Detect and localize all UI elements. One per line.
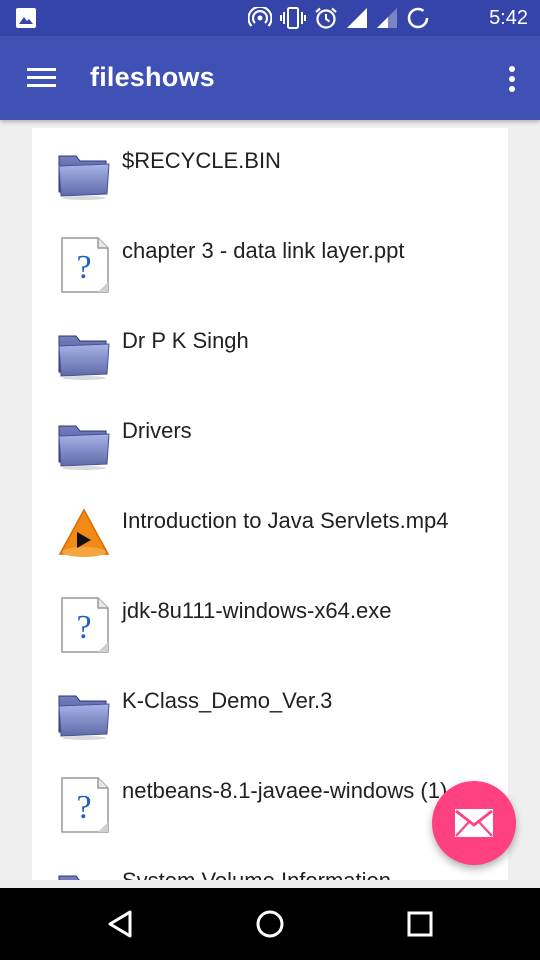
unknown-file-icon: ? [54, 774, 114, 834]
email-fab-button[interactable] [432, 781, 516, 865]
file-name: Dr P K Singh [122, 328, 249, 353]
svg-text:?: ? [76, 249, 91, 286]
file-name: chapter 3 - data link layer.ppt [122, 238, 405, 263]
signal-icon [347, 8, 367, 28]
vibrate-icon [280, 7, 306, 29]
svg-text:?: ? [76, 789, 91, 826]
home-icon[interactable] [250, 904, 290, 944]
folder-icon [54, 684, 114, 744]
image-icon [16, 8, 36, 28]
file-list-item[interactable]: System Volume Information [32, 848, 508, 880]
more-vert-icon[interactable] [506, 62, 518, 96]
file-name: K-Class_Demo_Ver.3 [122, 688, 333, 713]
file-list-item[interactable]: Drivers [32, 398, 508, 488]
email-icon [455, 809, 493, 837]
status-time: 5:42 [489, 7, 528, 29]
app-bar: fileshows [0, 36, 540, 120]
svg-text:?: ? [76, 609, 91, 646]
file-name: $RECYCLE.BIN [122, 148, 281, 173]
recents-icon[interactable] [400, 904, 440, 944]
video-file-icon [54, 504, 114, 564]
file-list-item[interactable]: ? chapter 3 - data link layer.ppt [32, 218, 508, 308]
folder-icon [54, 414, 114, 474]
file-list: $RECYCLE.BIN? chapter 3 - data link layer… [32, 128, 508, 880]
file-list-item[interactable]: ? jdk-8u111-windows-x64.exe [32, 578, 508, 668]
alarm-icon [315, 7, 337, 29]
file-list-item[interactable]: Introduction to Java Servlets.mp4 [32, 488, 508, 578]
file-name: netbeans-8.1-javaee-windows (1).exe [122, 778, 489, 803]
folder-icon [54, 144, 114, 204]
status-bar: 5:42 [0, 0, 540, 36]
hotspot-icon [248, 7, 272, 27]
file-name: Drivers [122, 418, 192, 443]
file-name: Introduction to Java Servlets.mp4 [122, 508, 449, 533]
folder-icon [54, 864, 114, 880]
unknown-file-icon: ? [54, 234, 114, 294]
hamburger-menu-icon[interactable] [24, 62, 60, 94]
navigation-bar [0, 888, 540, 960]
file-list-item[interactable]: K-Class_Demo_Ver.3 [32, 668, 508, 758]
file-name: System Volume Information [122, 868, 391, 880]
unknown-file-icon: ? [54, 594, 114, 654]
file-list-item[interactable]: Dr P K Singh [32, 308, 508, 398]
file-list-item[interactable]: $RECYCLE.BIN [32, 128, 508, 218]
file-name: jdk-8u111-windows-x64.exe [122, 598, 392, 623]
back-icon[interactable] [100, 904, 140, 944]
folder-icon [54, 324, 114, 384]
signal-weak-icon [377, 8, 397, 28]
sync-icon [407, 7, 429, 29]
app-title: fileshows [90, 62, 215, 92]
